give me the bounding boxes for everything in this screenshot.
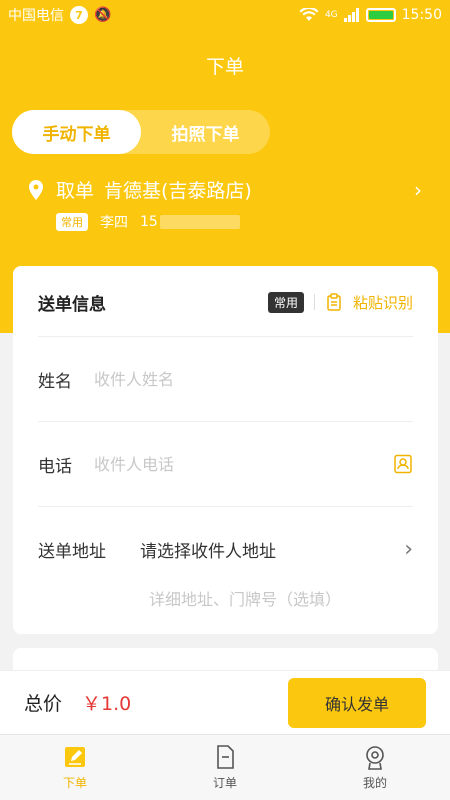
carrier-name: 中国电信 [8, 8, 64, 24]
edit-order-icon [65, 747, 85, 767]
price-bar: 总价 ￥1.0 确认发单 [0, 670, 450, 734]
pickup-section[interactable]: 取单 肯德基(吉泰路店) › 常用 李四 15 [28, 176, 428, 236]
address-row[interactable]: 送单地址 请选择收件人地址 › [38, 506, 413, 591]
pickup-contact-phone: 15 [140, 214, 158, 230]
paste-icon[interactable] [325, 293, 343, 311]
total-price-label: 总价 [24, 693, 63, 715]
tabbar-item-order[interactable]: 下单 [0, 735, 150, 800]
masked-phone-digits [159, 215, 240, 229]
tab-photo-order[interactable]: 拍照下单 [141, 110, 270, 154]
tabbar-item-profile[interactable]: 我的 [300, 735, 450, 800]
divider [313, 294, 315, 310]
phone-row: 电话 [38, 421, 413, 506]
page-title: 下单 [205, 56, 244, 78]
card-title: 送单信息 [38, 294, 106, 315]
battery-icon [365, 8, 396, 22]
notification-count-badge: 7 [70, 6, 88, 24]
chevron-right-icon: › [404, 536, 413, 562]
profile-icon [366, 746, 384, 770]
tabbar-item-orders[interactable]: 订单 [150, 735, 300, 800]
order-mode-tabs: 手动下单 拍照下单 [12, 110, 270, 154]
common-address-button[interactable]: 常用 [267, 291, 304, 313]
phone-label: 电话 [38, 456, 72, 477]
chevron-right-icon: › [414, 178, 422, 202]
tabbar-label-order: 下单 [62, 776, 87, 790]
address-select[interactable]: 请选择收件人地址 [140, 537, 404, 562]
signal-icon [343, 8, 359, 22]
document-icon [217, 745, 234, 769]
bottom-tab-bar: 下单 订单 我的 [0, 734, 450, 800]
recipient-name-input[interactable] [94, 369, 413, 389]
location-pin-icon [29, 179, 43, 200]
name-row: 姓名 [38, 336, 413, 421]
pickup-label: 取单 [56, 180, 95, 202]
common-tag: 常用 [56, 213, 88, 231]
clock: 15:50 [401, 7, 442, 23]
confirm-order-button[interactable]: 确认发单 [288, 677, 426, 728]
recipient-phone-input[interactable] [94, 454, 393, 474]
wifi-icon [299, 8, 319, 21]
address-label: 送单地址 [38, 541, 106, 562]
pickup-contact-name: 李四 [100, 215, 128, 231]
network-type: 4G [324, 10, 338, 20]
tabbar-label-orders: 订单 [212, 776, 237, 790]
name-label: 姓名 [38, 371, 72, 392]
tab-manual-order[interactable]: 手动下单 [12, 110, 141, 154]
mute-bell-icon: 🔕 [94, 7, 112, 23]
tabbar-label-profile: 我的 [362, 776, 387, 790]
delivery-info-card: 送单信息 常用 粘贴识别 姓名 电话 送单地址 请选择收件人地址 › 详细地址、… [13, 266, 438, 634]
contacts-icon[interactable] [393, 454, 413, 474]
detail-address-input[interactable]: 详细地址、门牌号（选填） [149, 586, 389, 610]
pickup-store-name: 肯德基(吉泰路店) [104, 180, 252, 202]
total-price-value: ￥1.0 [82, 693, 132, 715]
status-bar: 中国电信 7 🔕 4G 15:50 [0, 0, 450, 30]
paste-recognize-button[interactable]: 粘贴识别 [353, 292, 413, 313]
